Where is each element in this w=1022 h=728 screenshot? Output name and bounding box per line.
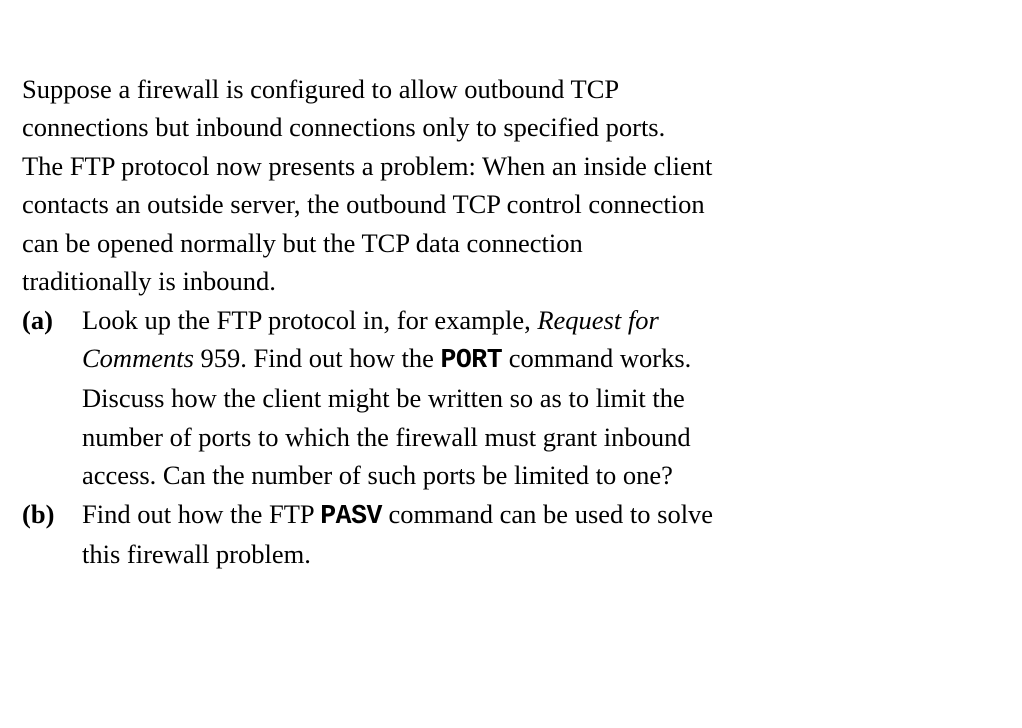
a-l4: number of ports to which the firewall mu… (82, 422, 691, 452)
a-l2b: 959. Find out how the (194, 343, 441, 373)
item-b-label: (b) (22, 495, 82, 574)
intro-line-5: can be opened normally but the TCP data … (22, 228, 583, 258)
item-b: (b) Find out how the FTP PASV command ca… (22, 495, 1000, 574)
intro-line-4: contacts an outside server, the outbound… (22, 189, 705, 219)
a-l3: Discuss how the client might be written … (82, 383, 685, 413)
a-l1b-italic: Request for (537, 305, 658, 335)
b-l1a: Find out how the FTP (82, 499, 320, 529)
a-l2a-italic: Comments (82, 343, 194, 373)
intro-paragraph: Suppose a firewall is configured to allo… (22, 70, 1000, 301)
b-l1b-mono: PASV (320, 501, 382, 531)
a-l1a: Look up the FTP protocol in, for example… (82, 305, 537, 335)
a-l5: access. Can the number of such ports be … (82, 460, 673, 490)
b-l1c: command can be used to solve (382, 499, 713, 529)
item-b-body: Find out how the FTP PASV command can be… (82, 495, 1000, 574)
a-l2d: command works. (502, 343, 691, 373)
intro-line-1: Suppose a firewall is configured to allo… (22, 74, 619, 104)
b-l2: this firewall problem. (82, 539, 311, 569)
item-a-body: Look up the FTP protocol in, for example… (82, 301, 1000, 495)
intro-line-6: traditionally is inbound. (22, 266, 276, 296)
intro-line-3: The FTP protocol now presents a problem:… (22, 151, 712, 181)
a-l2c-mono: PORT (441, 345, 503, 375)
page-content: Suppose a firewall is configured to allo… (0, 0, 1022, 593)
item-a: (a) Look up the FTP protocol in, for exa… (22, 301, 1000, 495)
intro-line-2: connections but inbound connections only… (22, 112, 665, 142)
item-a-label: (a) (22, 301, 82, 495)
